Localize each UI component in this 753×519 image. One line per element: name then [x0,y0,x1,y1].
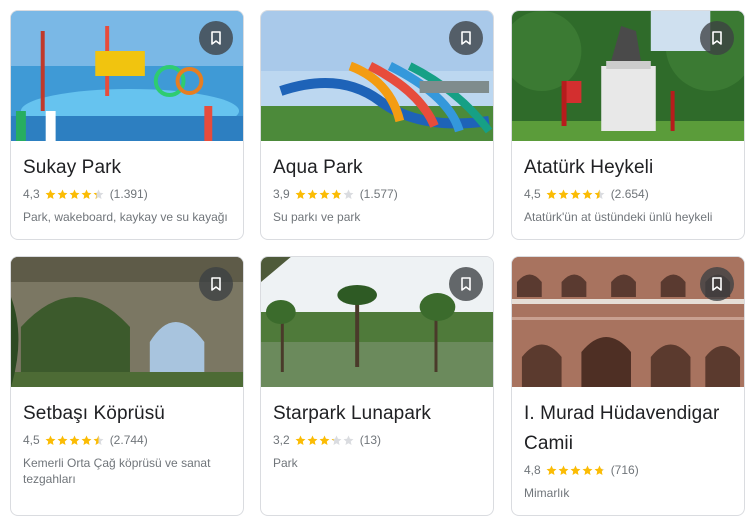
star-icon [594,465,605,475]
rating-value: 4,8 [524,463,541,477]
star-icon [295,189,306,199]
star-icon [69,435,80,445]
rating-row: 4,5 (2.744) [23,431,231,449]
place-description: Atatürk'ün at üstündeki ünlü heykeli [524,210,713,224]
star-rating [546,189,606,200]
bookmark-icon [461,31,471,45]
star-icon [546,189,557,199]
place-photo [512,257,744,387]
star-icon [558,465,569,475]
save-button[interactable] [199,267,233,301]
place-photo [261,257,493,387]
save-button[interactable] [700,21,734,55]
star-rating [45,435,105,446]
star-icon [81,189,92,199]
star-icon [570,189,581,199]
place-card-sukay-park[interactable]: Sukay Park 4,3 (1.391) Park, wakeboard, … [10,10,244,240]
rating-row: 3,9 (1.577) [273,185,481,203]
star-rating [45,189,105,200]
place-name: Starpark Lunapark [273,403,432,424]
place-name: Setbaşı Köprüsü [23,403,165,424]
place-name: Atatürk Heykeli [524,157,654,178]
star-icon [570,465,581,475]
place-name: Aqua Park [273,157,363,178]
star-icon [93,435,104,445]
place-photo [512,11,744,141]
place-description: Kemerli Orta Çağ köprüsü ve sanat tezgah… [23,456,211,486]
star-icon [582,189,593,199]
place-photo [11,11,243,141]
rating-value: 4,5 [23,433,40,447]
star-rating [295,435,355,446]
save-button[interactable] [449,267,483,301]
star-icon [307,189,318,199]
rating-value: 3,9 [273,187,290,201]
review-count: (1.391) [109,187,148,201]
place-photo [11,257,243,387]
save-button[interactable] [449,21,483,55]
place-photo [261,11,493,141]
star-icon [319,435,330,445]
place-description: Mimarlık [524,486,570,500]
star-icon [57,435,68,445]
review-count: (716) [610,463,639,477]
bookmark-icon [211,277,221,291]
star-icon [594,189,605,199]
review-count: (1.577) [359,187,398,201]
place-card-ataturk-heykeli[interactable]: Atatürk Heykeli 4,5 (2.654) Atatürk'ün a… [511,10,745,240]
place-name: I. Murad Hüdavendigar Camii [524,403,720,454]
star-icon [45,435,56,445]
review-count: (2.654) [610,187,649,201]
place-card-murad-hudavendigar-camii[interactable]: I. Murad Hüdavendigar Camii 4,8 (716) Mi… [511,256,745,516]
rating-value: 4,3 [23,187,40,201]
bookmark-icon [461,277,471,291]
star-icon [81,435,92,445]
place-card-aqua-park[interactable]: Aqua Park 3,9 (1.577) Su parkı ve park [260,10,494,240]
star-icon [93,189,104,199]
save-button[interactable] [700,267,734,301]
rating-row: 3,2 (13) [273,431,481,449]
star-icon [69,189,80,199]
place-card-setbasi-koprusu[interactable]: Setbaşı Köprüsü 4,5 (2.744) Kemerli Orta… [10,256,244,516]
place-card-starpark-lunapark[interactable]: Starpark Lunapark 3,2 (13) Park [260,256,494,516]
rating-value: 3,2 [273,433,290,447]
bookmark-icon [712,31,722,45]
star-icon [343,189,354,199]
star-icon [45,189,56,199]
star-rating [295,189,355,200]
bookmark-icon [712,277,722,291]
place-description: Park [273,456,298,470]
place-description: Park, wakeboard, kaykay ve su kayağı [23,210,228,224]
rating-value: 4,5 [524,187,541,201]
star-icon [546,465,557,475]
place-name: Sukay Park [23,157,122,178]
save-button[interactable] [199,21,233,55]
review-count: (2.744) [109,433,148,447]
rating-row: 4,3 (1.391) [23,185,231,203]
star-icon [331,189,342,199]
rating-row: 4,5 (2.654) [524,185,732,203]
star-icon [57,189,68,199]
bookmark-icon [211,31,221,45]
star-icon [582,465,593,475]
star-icon [331,435,342,445]
star-rating [546,465,606,476]
review-count: (13) [359,433,382,447]
star-icon [343,435,354,445]
star-icon [319,189,330,199]
star-icon [558,189,569,199]
rating-row: 4,8 (716) [524,461,732,479]
star-icon [307,435,318,445]
place-description: Su parkı ve park [273,210,361,224]
star-icon [295,435,306,445]
